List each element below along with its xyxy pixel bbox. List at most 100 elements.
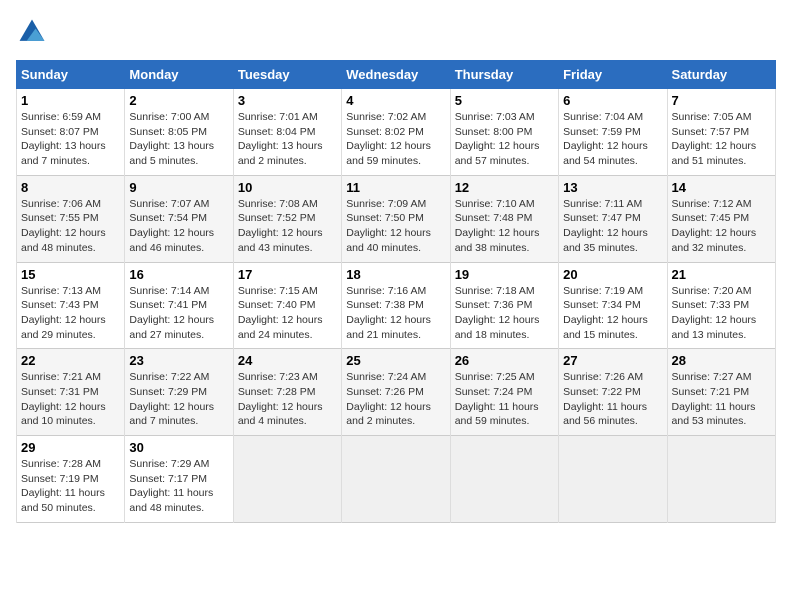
calendar-body: 1 Sunrise: 6:59 AMSunset: 8:07 PMDaylight… [17, 89, 776, 523]
calendar-cell: 13 Sunrise: 7:11 AMSunset: 7:47 PMDayligh… [559, 175, 667, 262]
calendar-cell [559, 436, 667, 523]
cell-content: Sunrise: 7:14 AMSunset: 7:41 PMDaylight:… [129, 284, 228, 343]
calendar-cell: 21 Sunrise: 7:20 AMSunset: 7:33 PMDayligh… [667, 262, 775, 349]
cell-content: Sunrise: 7:05 AMSunset: 7:57 PMDaylight:… [672, 110, 771, 169]
logo-icon [16, 16, 48, 48]
day-number: 20 [563, 267, 662, 282]
calendar-cell: 8Sunrise: 7:06 AMSunset: 7:55 PMDaylight… [17, 175, 125, 262]
calendar-week-3: 15 Sunrise: 7:13 AMSunset: 7:43 PMDayligh… [17, 262, 776, 349]
cell-content: Sunrise: 7:00 AMSunset: 8:05 PMDaylight:… [129, 110, 228, 169]
calendar-cell: 14 Sunrise: 7:12 AMSunset: 7:45 PMDayligh… [667, 175, 775, 262]
cell-content: Sunrise: 7:12 AMSunset: 7:45 PMDaylight:… [672, 197, 771, 256]
col-header-friday: Friday [559, 61, 667, 89]
calendar-cell: 2 Sunrise: 7:00 AMSunset: 8:05 PMDaylight… [125, 89, 233, 176]
day-number: 28 [672, 353, 771, 368]
cell-content: Sunrise: 7:19 AMSunset: 7:34 PMDaylight:… [563, 284, 662, 343]
cell-content: Sunrise: 7:11 AMSunset: 7:47 PMDaylight:… [563, 197, 662, 256]
cell-content: Sunrise: 7:22 AMSunset: 7:29 PMDaylight:… [129, 370, 228, 429]
calendar-cell: 5 Sunrise: 7:03 AMSunset: 8:00 PMDaylight… [450, 89, 558, 176]
calendar-cell: 30 Sunrise: 7:29 AMSunset: 7:17 PMDayligh… [125, 436, 233, 523]
day-number: 9 [129, 180, 228, 195]
cell-content: Sunrise: 7:27 AMSunset: 7:21 PMDaylight:… [672, 370, 771, 429]
cell-content: Sunrise: 7:25 AMSunset: 7:24 PMDaylight:… [455, 370, 554, 429]
col-header-sunday: Sunday [17, 61, 125, 89]
day-number: 21 [672, 267, 771, 282]
calendar-cell: 10 Sunrise: 7:08 AMSunset: 7:52 PMDayligh… [233, 175, 341, 262]
cell-content: Sunrise: 7:07 AMSunset: 7:54 PMDaylight:… [129, 197, 228, 256]
calendar-table: SundayMondayTuesdayWednesdayThursdayFrid… [16, 60, 776, 523]
day-number: 16 [129, 267, 228, 282]
cell-content: Sunrise: 7:03 AMSunset: 8:00 PMDaylight:… [455, 110, 554, 169]
day-number: 12 [455, 180, 554, 195]
cell-content: Sunrise: 7:08 AMSunset: 7:52 PMDaylight:… [238, 197, 337, 256]
cell-content: Sunrise: 7:02 AMSunset: 8:02 PMDaylight:… [346, 110, 445, 169]
cell-content: Sunrise: 7:01 AMSunset: 8:04 PMDaylight:… [238, 110, 337, 169]
day-number: 30 [129, 440, 228, 455]
calendar-cell: 18 Sunrise: 7:16 AMSunset: 7:38 PMDayligh… [342, 262, 450, 349]
day-number: 26 [455, 353, 554, 368]
calendar-cell: 7 Sunrise: 7:05 AMSunset: 7:57 PMDaylight… [667, 89, 775, 176]
calendar-cell: 25 Sunrise: 7:24 AMSunset: 7:26 PMDayligh… [342, 349, 450, 436]
day-number: 29 [21, 440, 120, 455]
col-header-saturday: Saturday [667, 61, 775, 89]
calendar-cell: 3 Sunrise: 7:01 AMSunset: 8:04 PMDaylight… [233, 89, 341, 176]
day-number: 1 [21, 93, 120, 108]
calendar-week-2: 8Sunrise: 7:06 AMSunset: 7:55 PMDaylight… [17, 175, 776, 262]
calendar-cell: 24 Sunrise: 7:23 AMSunset: 7:28 PMDayligh… [233, 349, 341, 436]
calendar-cell: 15 Sunrise: 7:13 AMSunset: 7:43 PMDayligh… [17, 262, 125, 349]
cell-content: Sunrise: 7:16 AMSunset: 7:38 PMDaylight:… [346, 284, 445, 343]
day-number: 17 [238, 267, 337, 282]
day-number: 25 [346, 353, 445, 368]
calendar-week-4: 22Sunrise: 7:21 AMSunset: 7:31 PMDayligh… [17, 349, 776, 436]
day-number: 15 [21, 267, 120, 282]
day-number: 5 [455, 93, 554, 108]
cell-content: Sunrise: 7:29 AMSunset: 7:17 PMDaylight:… [129, 457, 228, 516]
col-header-thursday: Thursday [450, 61, 558, 89]
cell-content: Sunrise: 7:18 AMSunset: 7:36 PMDaylight:… [455, 284, 554, 343]
calendar-cell: 26 Sunrise: 7:25 AMSunset: 7:24 PMDayligh… [450, 349, 558, 436]
calendar-cell: 12 Sunrise: 7:10 AMSunset: 7:48 PMDayligh… [450, 175, 558, 262]
calendar-header: SundayMondayTuesdayWednesdayThursdayFrid… [17, 61, 776, 89]
day-number: 14 [672, 180, 771, 195]
calendar-cell: 29 Sunrise: 7:28 AMSunset: 7:19 PMDayligh… [17, 436, 125, 523]
cell-content: Sunrise: 7:13 AMSunset: 7:43 PMDaylight:… [21, 284, 120, 343]
day-number: 7 [672, 93, 771, 108]
cell-content: Sunrise: 7:15 AMSunset: 7:40 PMDaylight:… [238, 284, 337, 343]
cell-content: Sunrise: 7:20 AMSunset: 7:33 PMDaylight:… [672, 284, 771, 343]
calendar-cell: 20 Sunrise: 7:19 AMSunset: 7:34 PMDayligh… [559, 262, 667, 349]
calendar-cell: 28 Sunrise: 7:27 AMSunset: 7:21 PMDayligh… [667, 349, 775, 436]
cell-content: Sunrise: 7:26 AMSunset: 7:22 PMDaylight:… [563, 370, 662, 429]
calendar-cell [450, 436, 558, 523]
cell-content: Sunrise: 7:04 AMSunset: 7:59 PMDaylight:… [563, 110, 662, 169]
day-number: 13 [563, 180, 662, 195]
calendar-cell: 23 Sunrise: 7:22 AMSunset: 7:29 PMDayligh… [125, 349, 233, 436]
logo [16, 16, 52, 48]
calendar-cell: 11Sunrise: 7:09 AMSunset: 7:50 PMDayligh… [342, 175, 450, 262]
cell-content: Sunrise: 7:24 AMSunset: 7:26 PMDaylight:… [346, 370, 445, 429]
day-number: 3 [238, 93, 337, 108]
calendar-cell: 1 Sunrise: 6:59 AMSunset: 8:07 PMDaylight… [17, 89, 125, 176]
cell-content: Sunrise: 7:10 AMSunset: 7:48 PMDaylight:… [455, 197, 554, 256]
calendar-cell: 9 Sunrise: 7:07 AMSunset: 7:54 PMDaylight… [125, 175, 233, 262]
day-number: 4 [346, 93, 445, 108]
col-header-wednesday: Wednesday [342, 61, 450, 89]
calendar-cell: 16 Sunrise: 7:14 AMSunset: 7:41 PMDayligh… [125, 262, 233, 349]
day-number: 18 [346, 267, 445, 282]
day-number: 11 [346, 180, 445, 195]
cell-content: Sunrise: 7:28 AMSunset: 7:19 PMDaylight:… [21, 457, 120, 516]
calendar-cell [667, 436, 775, 523]
day-number: 8 [21, 180, 120, 195]
calendar-cell: 17 Sunrise: 7:15 AMSunset: 7:40 PMDayligh… [233, 262, 341, 349]
day-number: 22 [21, 353, 120, 368]
day-number: 6 [563, 93, 662, 108]
col-header-tuesday: Tuesday [233, 61, 341, 89]
day-number: 23 [129, 353, 228, 368]
cell-content: Sunrise: 7:23 AMSunset: 7:28 PMDaylight:… [238, 370, 337, 429]
day-number: 2 [129, 93, 228, 108]
calendar-cell [233, 436, 341, 523]
day-number: 10 [238, 180, 337, 195]
day-number: 24 [238, 353, 337, 368]
calendar-cell: 4 Sunrise: 7:02 AMSunset: 8:02 PMDaylight… [342, 89, 450, 176]
cell-content: Sunrise: 6:59 AMSunset: 8:07 PMDaylight:… [21, 110, 120, 169]
col-header-monday: Monday [125, 61, 233, 89]
